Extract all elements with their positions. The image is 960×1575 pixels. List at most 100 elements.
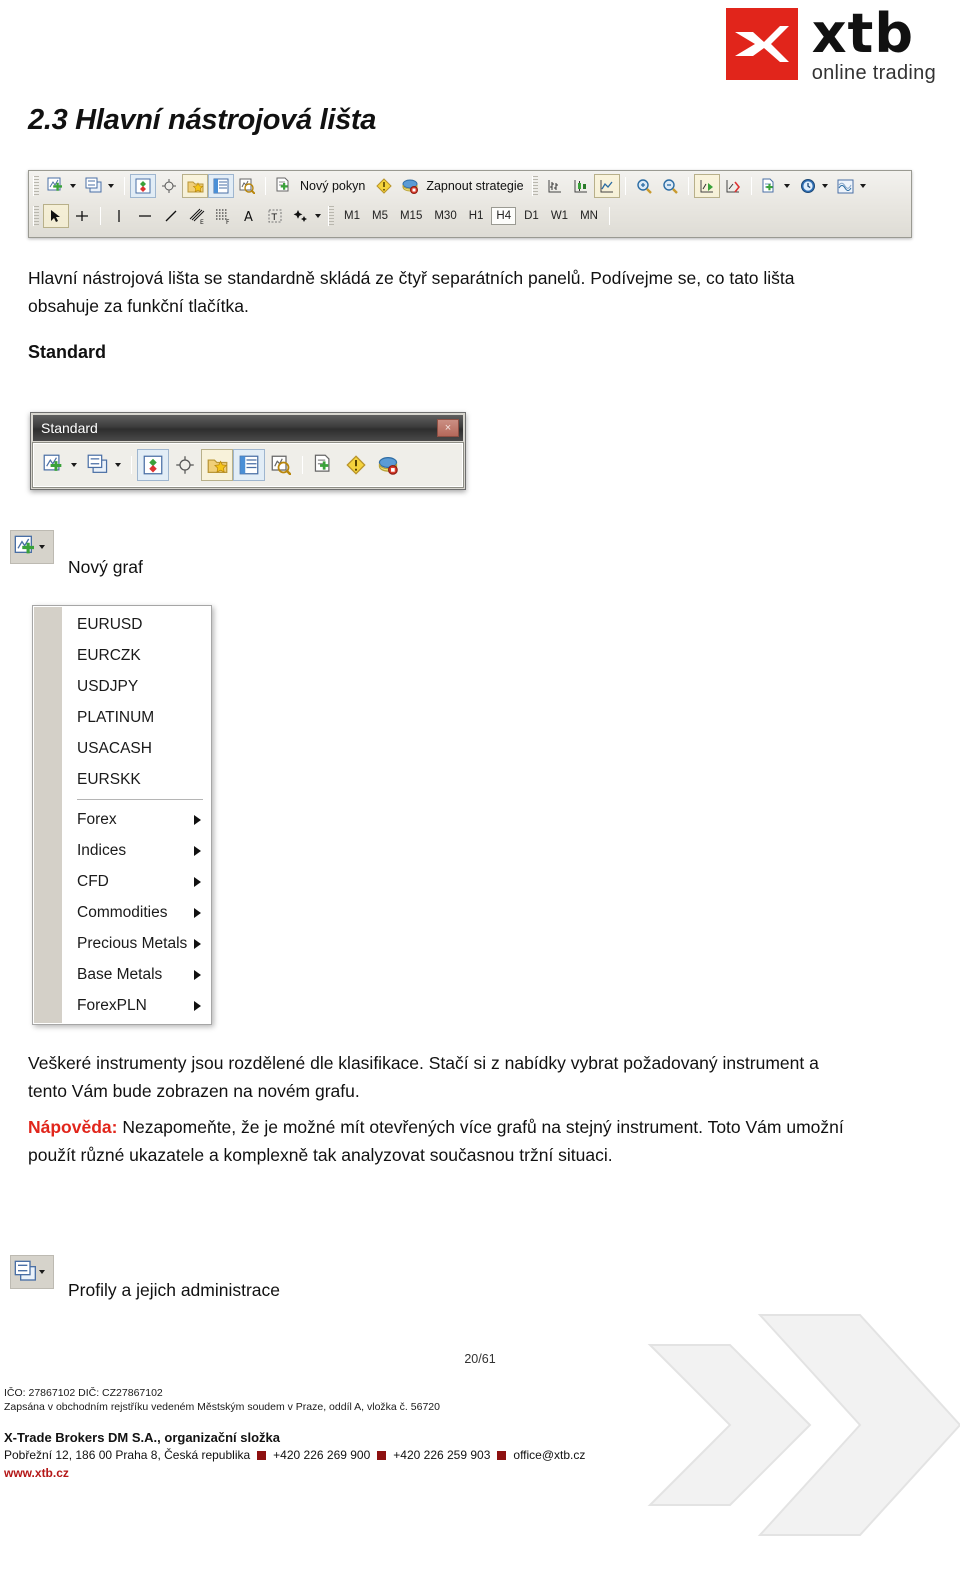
auto-scroll-button[interactable]: [693, 174, 720, 198]
svg-text:E: E: [200, 219, 204, 225]
horizontal-line-button[interactable]: [132, 204, 158, 228]
timeframe-w1[interactable]: W1: [547, 208, 572, 224]
period-button[interactable]: [795, 174, 821, 198]
new-chart-dropdown-caret[interactable]: [70, 184, 76, 188]
standard-panel-titlebar[interactable]: Standard ×: [33, 415, 463, 441]
navigator-button[interactable]: [169, 449, 201, 481]
profiles-icon: [14, 1260, 36, 1281]
indicators-dropdown-caret[interactable]: [859, 184, 866, 188]
zoom-in-button[interactable]: [631, 174, 657, 198]
new-order-button[interactable]: [271, 174, 297, 198]
toolbar-grip[interactable]: [531, 176, 538, 196]
timeframe-m15[interactable]: M15: [396, 208, 426, 224]
new-chart-dropdown-caret[interactable]: [71, 463, 77, 467]
new-chart-button[interactable]: [38, 449, 70, 481]
line-chart-button[interactable]: [593, 174, 620, 198]
profiles-dropdown-caret[interactable]: [108, 184, 114, 188]
profiles-dropdown-caret[interactable]: [39, 1270, 45, 1274]
menu-item-indices[interactable]: Indices: [33, 835, 211, 866]
data-window-button[interactable]: [234, 174, 260, 198]
toolbar-grip[interactable]: [33, 176, 39, 196]
favourites-button[interactable]: [201, 449, 233, 481]
timeframe-m30[interactable]: M30: [430, 208, 460, 224]
toolbar-separator: [624, 177, 626, 195]
timeframe-h4[interactable]: H4: [491, 207, 517, 225]
fibonacci-retracement-button[interactable]: F: [210, 204, 236, 228]
new-chart-button[interactable]: [43, 174, 69, 198]
text-label-button[interactable]: T: [262, 204, 288, 228]
chart-shift-button[interactable]: [720, 174, 746, 198]
instrument-dropdown-menu[interactable]: EURUSD EURCZK USDJPY PLATINUM USACASH EU…: [32, 605, 212, 1025]
shapes-dropdown-caret[interactable]: [315, 214, 321, 218]
profiles-button[interactable]: [81, 174, 107, 198]
shapes-button[interactable]: [288, 204, 314, 228]
trendline-button[interactable]: [158, 204, 184, 228]
alert-button[interactable]: [371, 174, 397, 198]
menu-item-commodities[interactable]: Commodities: [33, 897, 211, 928]
new-order-button[interactable]: [308, 449, 340, 481]
templates-button[interactable]: [757, 174, 783, 198]
strategy-button[interactable]: [372, 449, 404, 481]
menu-item-forex[interactable]: Forex: [33, 804, 211, 835]
period-dropdown-caret[interactable]: [821, 184, 828, 188]
terminal-button[interactable]: [208, 174, 234, 198]
profiles-dropdown-caret[interactable]: [115, 463, 121, 467]
vertical-line-button[interactable]: [106, 204, 132, 228]
menu-item-cfd[interactable]: CFD: [33, 866, 211, 897]
menu-item-precious-metals[interactable]: Precious Metals: [33, 928, 211, 959]
footer: IČO: 27867102 DIČ: CZ27867102 Zapsána v …: [4, 1386, 585, 1480]
toolbar-grip[interactable]: [33, 206, 39, 226]
menu-item-eurczk[interactable]: EURCZK: [33, 640, 211, 671]
terminal-button[interactable]: [233, 449, 265, 481]
market-watch-button[interactable]: [130, 174, 156, 198]
profiles-button[interactable]: [10, 1255, 54, 1289]
timeframe-h1[interactable]: H1: [465, 208, 488, 224]
footer-email: office@xtb.cz: [513, 1448, 586, 1462]
menu-item-label: Indices: [77, 841, 127, 859]
timeframe-d1[interactable]: D1: [520, 208, 543, 224]
menu-item-eurusd[interactable]: EURUSD: [33, 609, 211, 640]
new-chart-dropdown-caret[interactable]: [39, 545, 45, 549]
strategy-button[interactable]: [397, 174, 423, 198]
hint-text: Nezapomeňte, že je možné mít otevřených …: [28, 1117, 844, 1165]
indicators-button[interactable]: [833, 174, 859, 198]
menu-item-eurskk[interactable]: EURSKK: [33, 764, 211, 795]
crosshair-button[interactable]: [69, 204, 95, 228]
text-tool-button[interactable]: A: [236, 204, 262, 228]
new-chart-button[interactable]: [10, 530, 54, 564]
toolbar-separator: [265, 177, 266, 195]
svg-text:T: T: [271, 213, 278, 223]
menu-item-platinum[interactable]: PLATINUM: [33, 702, 211, 733]
menu-item-base-metals[interactable]: Base Metals: [33, 959, 211, 990]
xtb-x-mark-icon: [734, 26, 789, 62]
navigator-button[interactable]: [156, 174, 182, 198]
menu-item-usacash[interactable]: USACASH: [33, 733, 211, 764]
cursor-button[interactable]: [43, 204, 69, 228]
fibonacci-expansion-button[interactable]: E: [184, 204, 210, 228]
xtb-logo: xtb online trading: [725, 7, 936, 84]
zoom-out-button[interactable]: [657, 174, 683, 198]
submenu-arrow-icon: [194, 845, 201, 856]
market-watch-button[interactable]: [137, 449, 169, 481]
timeframe-m1[interactable]: M1: [340, 208, 364, 224]
menu-item-forexpln[interactable]: ForexPLN: [33, 990, 211, 1021]
favourites-button[interactable]: [182, 174, 208, 198]
menu-item-label: ForexPLN: [77, 996, 147, 1014]
timeframe-mn[interactable]: MN: [576, 208, 602, 224]
submenu-arrow-icon: [194, 907, 201, 918]
panel-separator: [302, 456, 303, 474]
close-icon[interactable]: ×: [437, 419, 459, 437]
main-toolbar-row-1: Nový pokyn Zapnout strategie: [29, 171, 911, 201]
standard-heading: Standard: [28, 342, 107, 362]
alert-button[interactable]: [340, 449, 372, 481]
profiles-button[interactable]: [82, 449, 114, 481]
intro-paragraph: Hlavní nástrojová lišta se standardně sk…: [28, 268, 795, 316]
toolbar-grip[interactable]: [328, 206, 334, 226]
footer-website[interactable]: www.xtb.cz: [4, 1466, 585, 1480]
candlestick-chart-button[interactable]: [568, 174, 594, 198]
timeframe-m5[interactable]: M5: [368, 208, 392, 224]
menu-item-usdjpy[interactable]: USDJPY: [33, 671, 211, 702]
bar-chart-button[interactable]: [542, 174, 568, 198]
templates-dropdown-caret[interactable]: [783, 184, 790, 188]
data-window-button[interactable]: [265, 449, 297, 481]
